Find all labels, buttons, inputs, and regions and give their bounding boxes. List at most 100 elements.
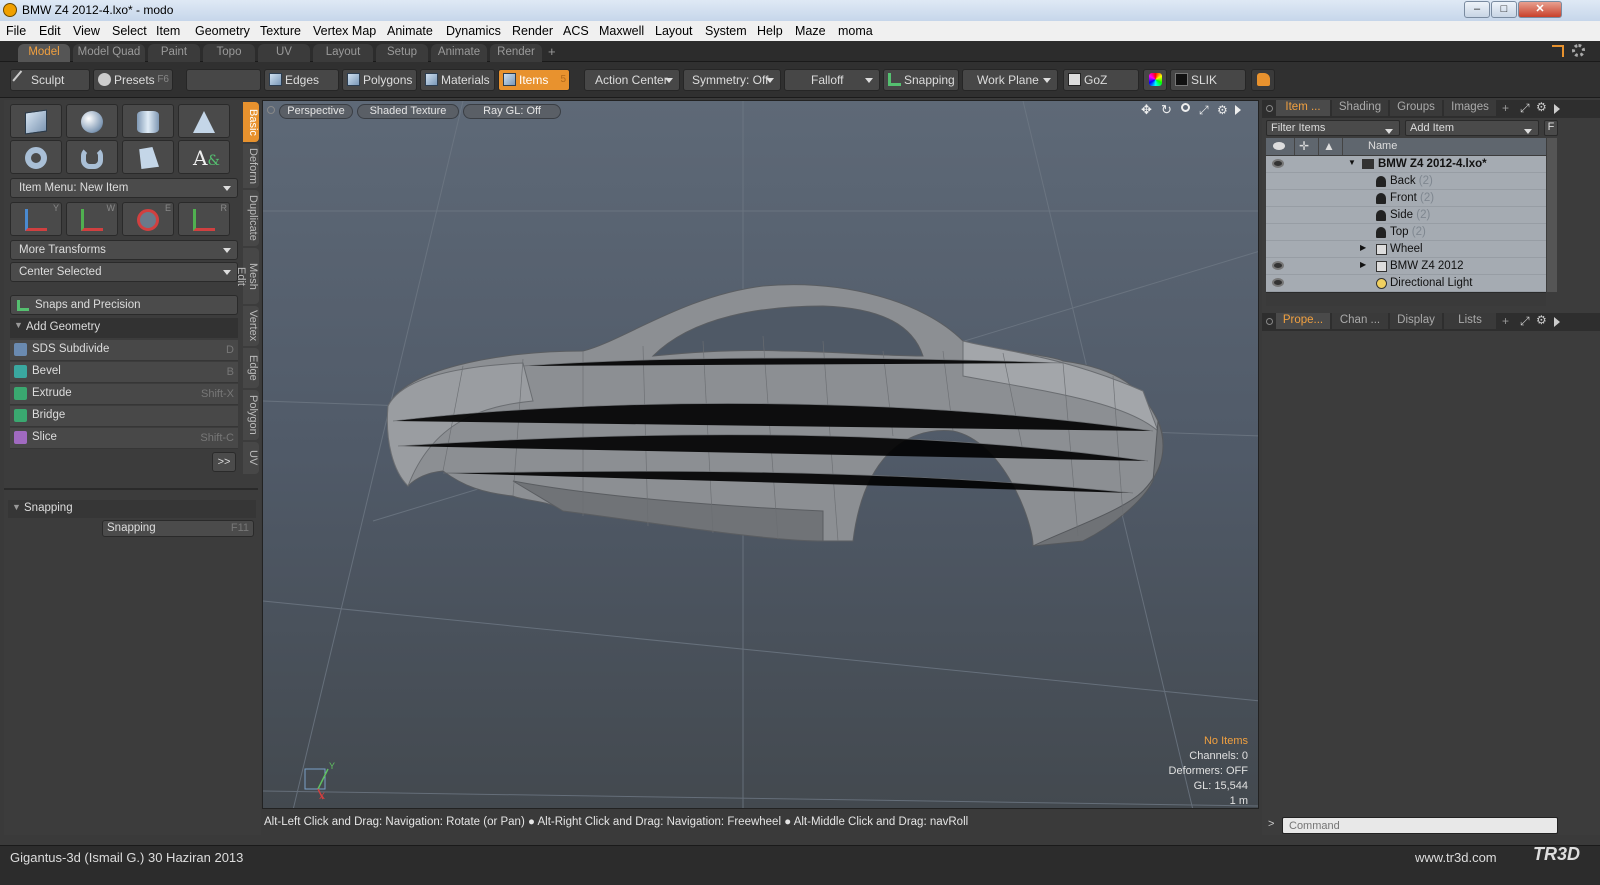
menu-file[interactable]: File [6, 24, 26, 38]
action-center-dropdown[interactable]: Action Center [584, 69, 680, 91]
collapsed-arrow-icon[interactable]: ▶ [1360, 260, 1366, 269]
shaded-texture-button[interactable]: Shaded Texture [357, 104, 459, 119]
tube-tool[interactable] [66, 140, 118, 174]
expand-icon[interactable]: ⤢ [1520, 101, 1530, 116]
menu-edit[interactable]: Edit [39, 24, 61, 38]
menu-view[interactable]: View [73, 24, 100, 38]
tab-lists[interactable]: Lists [1444, 313, 1496, 329]
tab-display[interactable]: Display [1390, 313, 1442, 329]
minimize-button[interactable]: – [1464, 1, 1490, 18]
vtab-mesh-edit[interactable]: Mesh Edit [235, 248, 259, 304]
viewport-options-icon[interactable] [267, 106, 275, 114]
more-transforms-dropdown[interactable]: More Transforms [10, 240, 238, 260]
expand-icon[interactable]: ⤢ [1520, 314, 1530, 329]
menu-vertex-map[interactable]: Vertex Map [313, 24, 376, 38]
restore-button[interactable]: □ [1491, 1, 1517, 18]
goz-button[interactable]: GoZ [1063, 69, 1139, 91]
filter-toggle-button[interactable]: F [1544, 120, 1558, 136]
pan-icon[interactable]: ✥ [1141, 103, 1155, 117]
vtab-edge[interactable]: Edge [243, 348, 259, 388]
center-selected-dropdown[interactable]: Center Selected [10, 262, 238, 282]
vtab-duplicate[interactable]: Duplicate [243, 190, 259, 246]
view-perspective-button[interactable]: Perspective [279, 104, 353, 119]
tab-animate[interactable]: Animate [431, 44, 487, 62]
zoom-icon[interactable] [1181, 103, 1195, 117]
raygl-button[interactable]: Ray GL: Off [463, 104, 561, 119]
menu-help[interactable]: Help [757, 24, 783, 38]
scale-tool[interactable]: R [178, 202, 230, 236]
rotate-tool[interactable]: E [122, 202, 174, 236]
expanded-arrow-icon[interactable]: ▼ [1348, 158, 1356, 167]
snapping-section-header[interactable]: ▼ Snapping [8, 500, 256, 518]
gear-icon[interactable]: ⚙ [1536, 100, 1547, 114]
tree-row-back[interactable]: Back (2) [1266, 173, 1546, 190]
eye-icon[interactable] [1272, 261, 1284, 270]
cone-tool[interactable] [178, 104, 230, 138]
tab-shading[interactable]: Shading [1332, 100, 1388, 116]
torus-tool[interactable] [10, 140, 62, 174]
gear-icon[interactable]: ⚙ [1536, 313, 1547, 327]
menu-dynamics[interactable]: Dynamics [446, 24, 501, 38]
add-geometry-header[interactable]: ▼ Add Geometry [10, 318, 238, 338]
presets-button[interactable]: Presets F6 [93, 69, 173, 91]
bridge-tool[interactable]: Bridge [10, 406, 238, 427]
falloff-dropdown[interactable]: Falloff [784, 69, 880, 91]
menu-select[interactable]: Select [112, 24, 147, 38]
filter-items-dropdown[interactable]: Filter Items [1266, 120, 1400, 136]
cylinder-tool[interactable] [122, 104, 174, 138]
hand-icon[interactable] [1251, 69, 1275, 91]
panel-options-icon[interactable] [1266, 318, 1273, 325]
tree-row-wheel[interactable]: ▶ Wheel [1266, 241, 1546, 258]
symmetry-dropdown[interactable]: Symmetry: Off [683, 69, 781, 91]
viewport-gear-icon[interactable]: ⚙ [1217, 103, 1231, 117]
tab-paint[interactable]: Paint [148, 44, 200, 62]
menu-maze[interactable]: Maze [795, 24, 826, 38]
tree-row-front[interactable]: Front (2) [1266, 190, 1546, 207]
slice-tool[interactable]: Slice Shift-C [10, 428, 238, 449]
car-body-mesh[interactable] [386, 284, 1164, 547]
visibility-column-icon[interactable] [1273, 142, 1285, 150]
tab-images[interactable]: Images [1444, 100, 1496, 116]
tab-properties[interactable]: Prope... [1276, 313, 1330, 329]
add-tab-button[interactable]: + [548, 44, 556, 59]
menu-animate[interactable]: Animate [387, 24, 433, 38]
vtab-deform[interactable]: Deform [243, 144, 259, 188]
eye-icon[interactable] [1272, 159, 1284, 168]
eye-icon[interactable] [1272, 278, 1284, 287]
maximize-viewport-icon[interactable]: ⤢ [1199, 103, 1213, 117]
tab-topo[interactable]: Topo [203, 44, 255, 62]
menu-item[interactable]: Item [156, 24, 180, 38]
collapsed-arrow-icon[interactable]: ▶ [1360, 243, 1366, 252]
text-tool[interactable]: A& [178, 140, 230, 174]
menu-acs[interactable]: ACS [563, 24, 589, 38]
snapping-button[interactable]: Snapping [883, 69, 959, 91]
add-panel-tab-button[interactable]: + [1502, 314, 1509, 328]
3d-viewport[interactable]: Y X Perspective Shaded Texture Ray GL: O… [262, 100, 1259, 809]
name-column-header[interactable]: Name [1368, 140, 1397, 152]
panel-menu-arrow-icon[interactable] [1554, 317, 1560, 327]
panel-options-icon[interactable] [1266, 105, 1273, 112]
menu-geometry[interactable]: Geometry [195, 24, 250, 38]
tab-groups[interactable]: Groups [1390, 100, 1442, 116]
tab-channels[interactable]: Chan ... [1332, 313, 1388, 329]
add-item-dropdown[interactable]: Add Item [1405, 120, 1539, 136]
close-button[interactable]: ✕ [1518, 1, 1562, 18]
polygons-button[interactable]: Polygons [342, 69, 417, 91]
tab-model[interactable]: Model [18, 44, 70, 62]
tab-uv[interactable]: UV [258, 44, 310, 62]
panel-menu-arrow-icon[interactable] [1554, 104, 1560, 114]
item-menu-dropdown[interactable]: Item Menu: New Item [10, 178, 238, 198]
menu-layout[interactable]: Layout [655, 24, 693, 38]
menu-render[interactable]: Render [512, 24, 553, 38]
tree-row-directional-light[interactable]: Directional Light [1266, 275, 1546, 292]
cube-tool[interactable] [10, 104, 62, 138]
snaps-precision-button[interactable]: Snaps and Precision [10, 295, 238, 315]
snapping-toggle-button[interactable]: Snapping F11 [102, 520, 254, 537]
more-tools-button[interactable]: >> [212, 452, 236, 472]
gear-icon[interactable] [1572, 44, 1585, 57]
pen-tool[interactable] [122, 140, 174, 174]
add-panel-tab-button[interactable]: + [1502, 101, 1509, 115]
menu-system[interactable]: System [705, 24, 747, 38]
tab-layout[interactable]: Layout [313, 44, 373, 62]
extrude-tool[interactable]: Extrude Shift-X [10, 384, 238, 405]
